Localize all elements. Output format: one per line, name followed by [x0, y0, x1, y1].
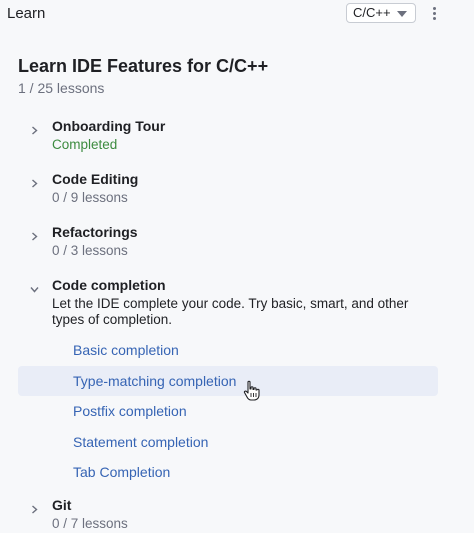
module-code-editing[interactable]: Code Editing 0 / 9 lessons [0, 171, 474, 211]
more-options-icon[interactable] [428, 4, 440, 24]
module-refactorings[interactable]: Refactorings 0 / 3 lessons [0, 224, 474, 264]
lesson-item[interactable]: Statement completion [18, 427, 438, 457]
chevron-down-icon [30, 281, 39, 293]
chevron-right-icon [30, 122, 39, 135]
lesson-item[interactable]: Tab Completion [18, 457, 438, 487]
module-status: 0 / 3 lessons [52, 243, 128, 258]
hand-cursor-icon [243, 380, 260, 401]
lesson-item[interactable]: Postfix completion [18, 396, 438, 426]
module-title: Git [52, 497, 72, 513]
module-status: 0 / 9 lessons [52, 190, 128, 205]
module-title: Code completion [52, 277, 166, 293]
chevron-right-icon [30, 175, 39, 188]
chevron-right-icon [30, 501, 39, 514]
module-code-completion[interactable]: Code completion Let the IDE complete you… [0, 277, 474, 327]
module-git[interactable]: Git 0 / 7 lessons [0, 497, 474, 533]
module-title: Code Editing [52, 171, 139, 187]
toolwindow-title: Learn [7, 5, 46, 22]
module-onboarding-tour[interactable]: Onboarding Tour Completed [0, 118, 474, 158]
chevron-right-icon [30, 228, 39, 241]
course-progress: 1 / 25 lessons [18, 80, 105, 96]
language-selector[interactable]: C/C++ [346, 3, 416, 23]
learn-content: Learn IDE Features for C/C++ 1 / 25 less… [0, 30, 474, 533]
chevron-down-icon [397, 11, 407, 17]
module-status: 0 / 7 lessons [52, 516, 128, 531]
module-description: Let the IDE complete your code. Try basi… [52, 296, 409, 327]
course-title: Learn IDE Features for C/C++ [18, 56, 269, 76]
module-status: Completed [52, 137, 118, 152]
language-selector-value: C/C++ [353, 5, 391, 20]
lesson-item[interactable]: Basic completion [18, 335, 438, 365]
learn-toolwindow-header: Learn C/C++ [0, 0, 474, 30]
lesson-item[interactable]: Type-matching completion [18, 366, 438, 396]
module-title: Onboarding Tour [52, 118, 166, 134]
module-title: Refactorings [52, 224, 138, 240]
